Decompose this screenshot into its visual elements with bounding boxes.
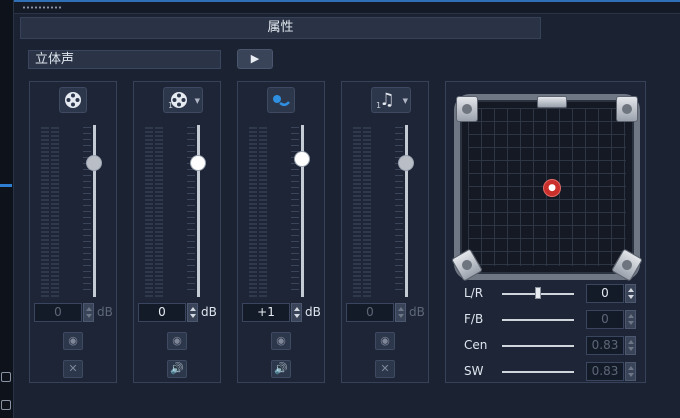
front-right-speaker-icon [616,96,638,122]
voice-icon [273,95,290,106]
channel-strip-video: 0 dB ◉ ✕ [29,81,117,383]
channel-strip-music: ♫ 1 ▼ 0 dB ◉ ✕ [341,81,429,383]
volume-fader-track[interactable] [93,125,96,297]
channel-index: 1 [168,101,174,110]
surround-slider[interactable] [502,319,574,321]
drag-grip[interactable] [22,6,62,9]
db-stepper[interactable] [291,303,302,322]
fader-ticks [395,127,403,295]
fader-ticks [83,127,91,295]
surround-stepper[interactable] [625,336,636,355]
db-stepper[interactable] [83,303,94,322]
fade-button[interactable]: ◉ [167,332,187,350]
level-meter [353,127,371,297]
center-speaker-icon [537,96,567,108]
mute-button[interactable]: ✕ [63,360,83,378]
volume-fader-thumb[interactable] [87,155,101,170]
db-stepper[interactable] [395,303,406,322]
speaker-icon[interactable]: 🔊 [167,360,187,378]
channel-strip-overlay: 1 ▼ 0 dB ◉ 🔊 [133,81,221,383]
channel-source-button[interactable] [59,87,87,113]
db-value-field[interactable]: 0 [138,303,186,322]
surround-slider-knob[interactable] [535,287,541,299]
fade-button[interactable]: ◉ [271,332,291,350]
chevron-down-icon[interactable]: ▼ [195,97,200,105]
film-reel-icon [65,92,81,108]
db-unit-label: dB [409,305,425,319]
channel-source-button[interactable] [267,87,295,113]
surround-room[interactable]: ● [450,94,644,282]
surround-stepper[interactable] [625,362,636,381]
surround-value-field[interactable]: 0 [586,310,624,329]
surround-value-field[interactable]: 0.83 [586,362,624,381]
fader-ticks [187,127,195,295]
surround-slider[interactable] [502,371,574,373]
db-value-field[interactable]: +1 [242,303,290,322]
db-value-field[interactable]: 0 [34,303,82,322]
left-side-strip [0,0,14,418]
channel-strip-voice: +1 dB ◉ 🔊 [237,81,325,383]
play-button[interactable]: ▶ [237,49,273,69]
level-meter [145,127,163,297]
surround-control-fb: F/B 0 [460,310,640,330]
volume-fader-track[interactable] [301,125,304,297]
surround-control-cen: Cen 0.83 [460,336,640,356]
level-meter [249,127,267,297]
chevron-down-icon[interactable]: ▼ [403,97,408,105]
channel-mode-select[interactable]: 立体声 [28,50,221,69]
clip-icon[interactable] [1,400,11,410]
db-unit-label: dB [97,305,113,319]
volume-fader-thumb[interactable] [295,152,309,167]
front-left-speaker-icon [456,96,478,122]
volume-fader-track[interactable] [405,125,408,297]
db-stepper[interactable] [187,303,198,322]
surround-value-field[interactable]: 0 [586,284,624,303]
channel-index: 1 [376,101,382,110]
surround-panner: ● L/R 0 F/B 0 Cen 0.83 SW 0.83 [445,81,646,383]
volume-fader-track[interactable] [197,125,200,297]
lock-icon[interactable] [1,372,11,382]
surround-control-sw: SW 0.83 [460,362,640,382]
surround-control-label: Cen [464,338,488,352]
surround-stepper[interactable] [625,284,636,303]
surround-slider[interactable] [502,345,574,347]
db-unit-label: dB [305,305,321,319]
surround-control-label: SW [464,364,484,378]
db-value-field[interactable]: 0 [346,303,394,322]
accent-line [14,0,680,2]
volume-fader-thumb[interactable] [191,155,205,170]
surround-control-label: L/R [464,286,484,300]
panel-top-bar [14,0,680,14]
mute-button[interactable]: ✕ [375,360,395,378]
surround-control-label: F/B [464,312,484,326]
channel-source-button[interactable]: 1 ▼ [163,87,203,113]
surround-value-field[interactable]: 0.83 [586,336,624,355]
music-note-icon: ♫ [379,90,395,110]
speaker-icon[interactable]: 🔊 [271,360,291,378]
properties-panel: 属性 立体声 ▶ 0 dB ◉ ✕ 1 ▼ 0 dB ◉ 🔊 +1 dB ◉ 🔊… [14,14,680,418]
surround-stepper[interactable] [625,310,636,329]
db-unit-label: dB [201,305,217,319]
fade-button[interactable]: ◉ [63,332,83,350]
panel-title: 属性 [20,17,541,39]
level-meter [41,127,59,297]
surround-control-lr: L/R 0 [460,284,640,304]
volume-fader-thumb[interactable] [399,155,413,170]
channel-source-button[interactable]: ♫ 1 ▼ [371,87,411,113]
listener-position-icon[interactable]: ● [543,179,561,197]
fade-button[interactable]: ◉ [375,332,395,350]
timeline-marker [0,184,12,187]
